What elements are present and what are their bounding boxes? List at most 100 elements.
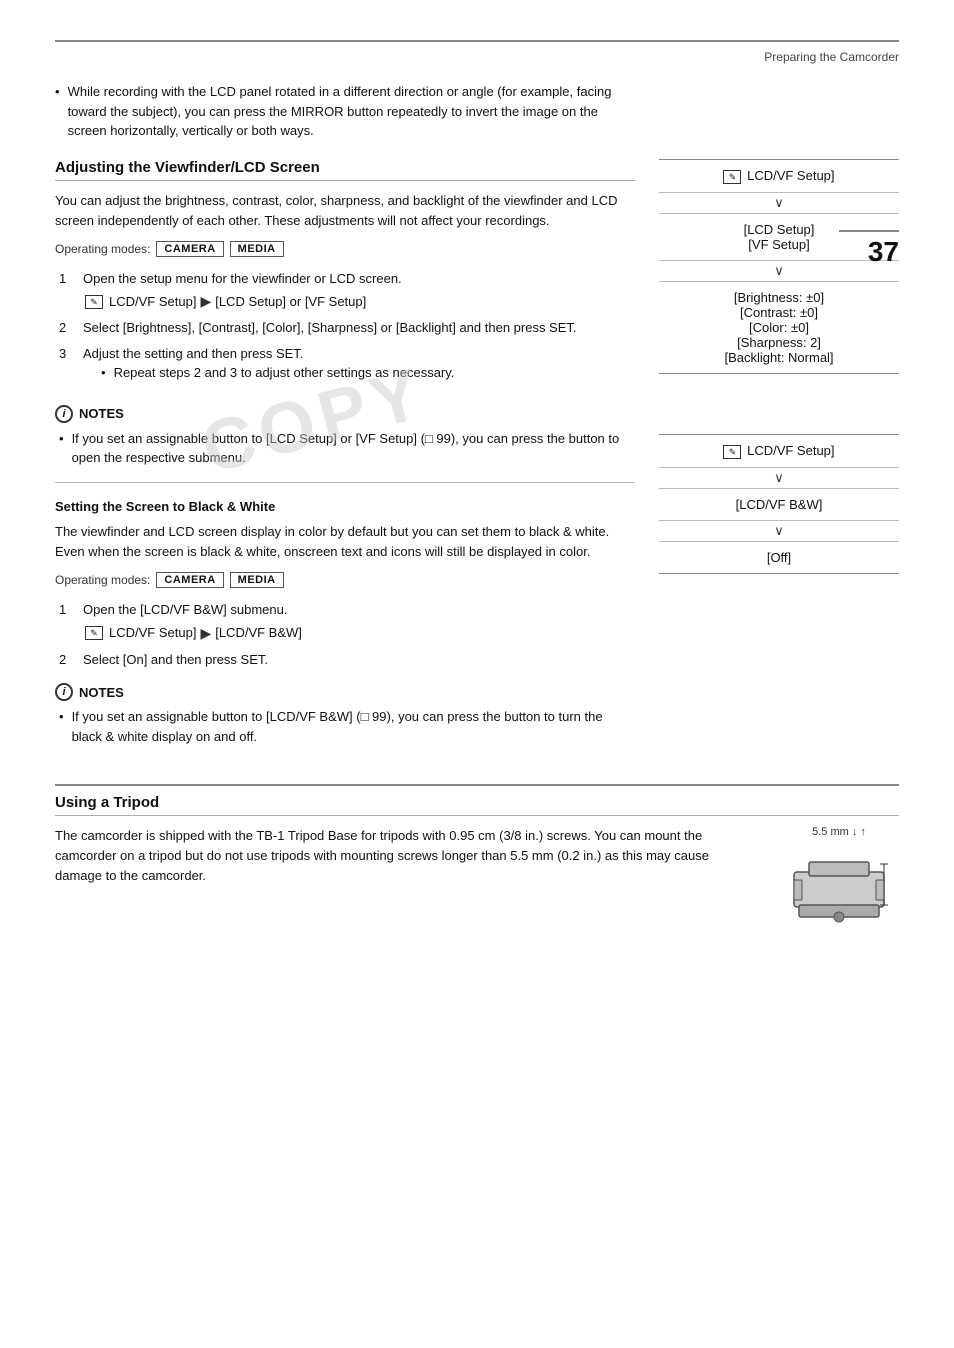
notes-bull-sym-2: • xyxy=(59,707,64,746)
sidebar-s1-text3d: [Sharpness: 2] xyxy=(659,335,899,350)
tripod-section: The camcorder is shipped with the TB-1 T… xyxy=(55,826,899,942)
step-2-1: 1 Open the [LCD/VF B&W] submenu. ✎ LCD/V… xyxy=(59,600,635,644)
sub-bullet-text: Repeat steps 2 and 3 to adjust other set… xyxy=(114,363,455,383)
notes-bull-sym-1: • xyxy=(59,429,64,468)
sidebar-ss1-label1: ✎ LCD/VF Setup] xyxy=(723,443,834,458)
subsection1-title: Setting the Screen to Black & White xyxy=(55,499,635,514)
intro-bullet: • While recording with the LCD panel rot… xyxy=(55,82,625,141)
step-content-1-2: Select [Brightness], [Contrast], [Color]… xyxy=(83,318,635,338)
bullet-symbol: • xyxy=(55,82,60,141)
notes-1: i NOTES • If you set an assignable butto… xyxy=(55,405,635,468)
top-border xyxy=(55,40,899,42)
notes-header-2: i NOTES xyxy=(55,683,635,701)
info-icon-1: i xyxy=(55,405,73,423)
subsection1-body: The viewfinder and LCD screen display in… xyxy=(55,522,635,562)
sub-bullet-1-3: • Repeat steps 2 and 3 to adjust other s… xyxy=(101,363,635,383)
divider-1 xyxy=(55,482,635,483)
tripod-size-label: 5.5 mm ↓ ↑ xyxy=(812,826,866,838)
op-modes-label-1: Operating modes: xyxy=(55,242,150,256)
menu-text-1-1: LCD/VF Setup] xyxy=(109,292,196,312)
step-content-2-2: Select [On] and then press SET. xyxy=(83,650,635,670)
step-text-1-2: Select [Brightness], [Contrast], [Color]… xyxy=(83,320,577,335)
step-num-2-1: 1 xyxy=(59,600,73,644)
tripod-illustration xyxy=(784,842,894,942)
operating-modes-1: Operating modes: CAMERA MEDIA xyxy=(55,241,635,257)
tripod-text: The camcorder is shipped with the TB-1 T… xyxy=(55,826,759,942)
sidebar-icon-1: ✎ xyxy=(723,170,741,184)
mode-media-1: MEDIA xyxy=(230,241,284,257)
mode-camera-1: CAMERA xyxy=(156,241,223,257)
sidebar-gap xyxy=(659,374,899,434)
sidebar-arrow-2b: ∨ xyxy=(659,521,899,541)
page: Preparing the Camcorder • While recordin… xyxy=(0,0,954,1348)
step-1-2: 2 Select [Brightness], [Contrast], [Colo… xyxy=(59,318,635,338)
sidebar-s1-text3c: [Color: ±0] xyxy=(659,320,899,335)
arrow-2-1: ▶ xyxy=(200,623,211,644)
step-num-1-2: 2 xyxy=(59,318,73,338)
section1-left: Adjusting the Viewfinder/LCD Screen You … xyxy=(55,159,635,761)
notes-label-1: NOTES xyxy=(79,406,124,421)
tripod-arrow-up: ↑ xyxy=(860,826,866,838)
step-1-3: 3 Adjust the setting and then press SET.… xyxy=(59,344,635,391)
section2-title: Using a Tripod xyxy=(55,794,899,816)
step-text-2-2: Select [On] and then press SET. xyxy=(83,652,268,667)
step-text-1-1: Open the setup menu for the viewfinder o… xyxy=(83,271,402,286)
menu-path-1-1: ✎ LCD/VF Setup] ▶ [LCD Setup] or [VF Set… xyxy=(85,291,635,312)
step-num-1-1: 1 xyxy=(59,269,73,313)
sidebar-icon-2: ✎ xyxy=(723,445,741,459)
arrow-1-1: ▶ xyxy=(200,291,211,312)
menu-text-2-1: LCD/VF Setup] xyxy=(109,623,196,643)
intro-text: While recording with the LCD panel rotat… xyxy=(68,82,625,141)
sub-bullet-sym: • xyxy=(101,363,106,383)
notes-text-1: If you set an assignable button to [LCD … xyxy=(72,429,635,468)
section1-steps: 1 Open the setup menu for the viewfinder… xyxy=(59,269,635,391)
section1-title: Adjusting the Viewfinder/LCD Screen xyxy=(55,159,635,181)
step-content-2-1: Open the [LCD/VF B&W] submenu. ✎ LCD/VF … xyxy=(83,600,635,644)
notes-text-2: If you set an assignable button to [LCD/… xyxy=(72,707,635,746)
notes-bullet-1: • If you set an assignable button to [LC… xyxy=(59,429,635,468)
sidebar-ss1-text1: LCD/VF Setup] xyxy=(747,443,834,458)
sidebar-s1-box1: ✎ LCD/VF Setup] xyxy=(659,159,899,193)
page-header: Preparing the Camcorder xyxy=(55,50,899,64)
sidebar-s1-box3: [Brightness: ±0] [Contrast: ±0] [Color: … xyxy=(659,281,899,374)
sidebar-s1-label1: ✎ LCD/VF Setup] xyxy=(723,168,834,183)
tripod-arrow-down: ↓ xyxy=(852,826,858,838)
tripod-body: The camcorder is shipped with the TB-1 T… xyxy=(55,826,759,886)
tripod-image-area: 5.5 mm ↓ ↑ xyxy=(779,826,899,942)
operating-modes-2: Operating modes: CAMERA MEDIA xyxy=(55,572,635,588)
step-1-1: 1 Open the setup menu for the viewfinder… xyxy=(59,269,635,313)
notes-2: i NOTES • If you set an assignable butto… xyxy=(55,683,635,746)
menu-dest-1-1: [LCD Setup] or [VF Setup] xyxy=(215,292,366,312)
step-num-2-2: 2 xyxy=(59,650,73,670)
header-title: Preparing the Camcorder xyxy=(764,50,899,64)
mode-camera-2: CAMERA xyxy=(156,572,223,588)
section1-area: Adjusting the Viewfinder/LCD Screen You … xyxy=(55,159,899,761)
sidebar-ss1-text3: [Off] xyxy=(659,550,899,565)
sidebar-s1-text3b: [Contrast: ±0] xyxy=(659,305,899,320)
menu-icon-2: ✎ xyxy=(85,626,103,640)
section1-body: You can adjust the brightness, contrast,… xyxy=(55,191,635,231)
step-text-2-1: Open the [LCD/VF B&W] submenu. xyxy=(83,602,287,617)
section2-border xyxy=(55,784,899,786)
menu-icon-1: ✎ xyxy=(85,295,103,309)
sidebar-s1-text3a: [Brightness: ±0] xyxy=(659,290,899,305)
step-num-1-3: 3 xyxy=(59,344,73,391)
notes-bullet-2: • If you set an assignable button to [LC… xyxy=(59,707,635,746)
sidebar-s1-text1: LCD/VF Setup] xyxy=(747,168,834,183)
section2: Using a Tripod The camcorder is shipped … xyxy=(55,784,899,942)
subsection1-steps: 1 Open the [LCD/VF B&W] submenu. ✎ LCD/V… xyxy=(59,600,635,669)
page-number: 37 xyxy=(839,230,899,268)
sidebar-s1-text3e: [Backlight: Normal] xyxy=(659,350,899,365)
notes-label-2: NOTES xyxy=(79,685,124,700)
notes-header-1: i NOTES xyxy=(55,405,635,423)
step-text-1-3: Adjust the setting and then press SET. xyxy=(83,346,303,361)
op-modes-label-2: Operating modes: xyxy=(55,573,150,587)
sidebar-ss1-box2: [LCD/VF B&W] xyxy=(659,488,899,521)
mode-media-2: MEDIA xyxy=(230,572,284,588)
info-icon-2: i xyxy=(55,683,73,701)
step-2-2: 2 Select [On] and then press SET. xyxy=(59,650,635,670)
sidebar-arrow-2a: ∨ xyxy=(659,468,899,488)
sidebar-ss1-box1: ✎ LCD/VF Setup] xyxy=(659,434,899,468)
sidebar-ss1-box3: [Off] xyxy=(659,541,899,574)
sidebar-ss1-text2: [LCD/VF B&W] xyxy=(659,497,899,512)
